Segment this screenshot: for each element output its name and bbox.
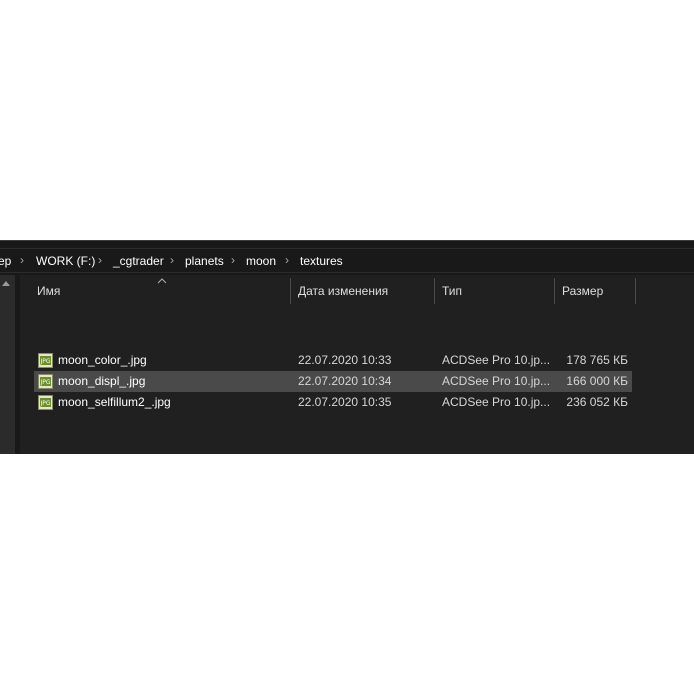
column-divider[interactable] xyxy=(290,278,291,304)
column-divider[interactable] xyxy=(635,278,636,304)
breadcrumb-item-cgtrader[interactable]: _cgtrader xyxy=(113,253,164,269)
column-divider[interactable] xyxy=(554,278,555,304)
file-name: moon_displ_.jpg xyxy=(58,374,146,388)
file-date: 22.07.2020 10:34 xyxy=(298,374,392,388)
column-divider[interactable] xyxy=(434,278,435,304)
breadcrumb-item-partial[interactable]: ер xyxy=(0,253,11,269)
column-header-type[interactable]: Тип xyxy=(442,277,462,305)
breadcrumb-item-planets[interactable]: planets xyxy=(185,253,224,269)
scroll-up-arrow-icon[interactable] xyxy=(2,281,10,286)
file-row-selected[interactable]: JPG moon_displ_.jpg 22.07.2020 10:34 ACD… xyxy=(34,371,632,392)
breadcrumb-item-work-drive[interactable]: WORK (F:) xyxy=(36,253,95,269)
chevron-right-icon[interactable]: › xyxy=(170,252,174,268)
column-header-size[interactable]: Размер xyxy=(562,277,603,305)
svg-text:JPG: JPG xyxy=(39,379,50,386)
svg-text:JPG: JPG xyxy=(39,400,50,407)
jpg-file-icon: JPG xyxy=(38,374,53,389)
column-header-name[interactable]: Имя xyxy=(37,277,60,305)
file-list: Имя Дата изменения Тип Размер JPG moon_c… xyxy=(20,275,694,454)
file-row[interactable]: JPG moon_color_.jpg 22.07.2020 10:33 ACD… xyxy=(34,350,632,371)
jpg-file-icon: JPG xyxy=(38,395,53,410)
file-size: 178 765 КБ xyxy=(566,353,628,367)
chevron-right-icon[interactable]: › xyxy=(285,252,289,268)
file-date: 22.07.2020 10:35 xyxy=(298,395,392,409)
file-name: moon_selfillum2_.jpg xyxy=(58,395,171,409)
file-type: ACDSee Pro 10.jp... xyxy=(442,395,551,409)
file-size: 166 000 КБ xyxy=(566,374,628,388)
jpg-file-icon: JPG xyxy=(38,353,53,368)
svg-text:JPG: JPG xyxy=(39,358,50,365)
breadcrumb-item-moon[interactable]: moon xyxy=(246,253,276,269)
file-name: moon_color_.jpg xyxy=(58,353,147,367)
file-date: 22.07.2020 10:33 xyxy=(298,353,392,367)
file-type: ACDSee Pro 10.jp... xyxy=(442,353,551,367)
window-top-border xyxy=(0,240,694,241)
file-explorer-window: ер › WORK (F:) › _cgtrader › planets › m… xyxy=(0,240,694,454)
file-type: ACDSee Pro 10.jp... xyxy=(442,374,551,388)
chevron-right-icon[interactable]: › xyxy=(98,252,102,268)
breadcrumb-item-textures[interactable]: textures xyxy=(300,253,343,269)
breadcrumb[interactable]: ер › WORK (F:) › _cgtrader › planets › m… xyxy=(0,248,694,273)
file-row[interactable]: JPG moon_selfillum2_.jpg 22.07.2020 10:3… xyxy=(34,392,632,413)
file-size: 236 052 КБ xyxy=(566,395,628,409)
navigation-pane-scrollbar[interactable] xyxy=(0,275,15,454)
sort-up-icon xyxy=(157,278,167,284)
chevron-right-icon[interactable]: › xyxy=(20,252,24,268)
chevron-right-icon[interactable]: › xyxy=(231,252,235,268)
column-header-date[interactable]: Дата изменения xyxy=(298,277,388,305)
